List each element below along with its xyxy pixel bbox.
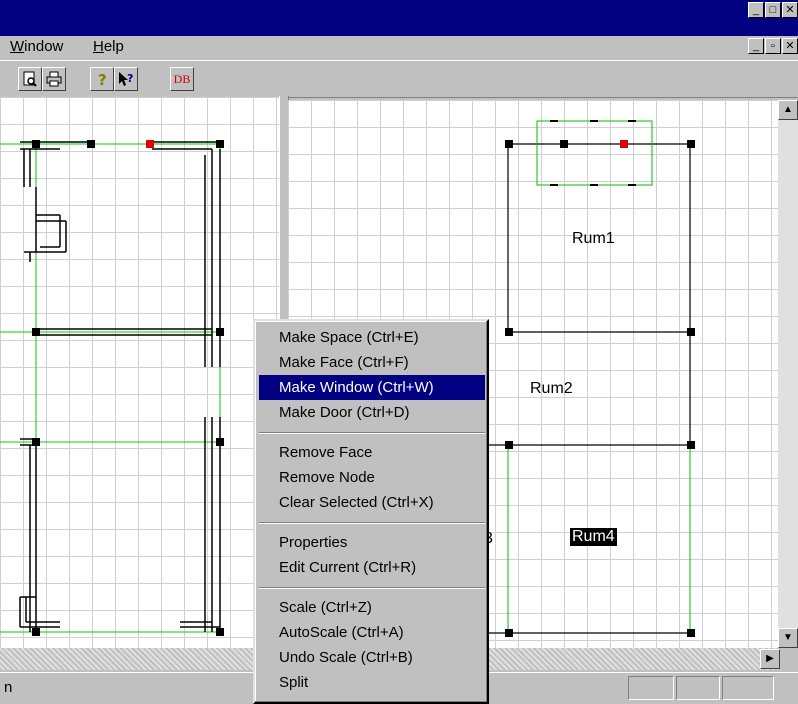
svg-text:?: ? <box>127 72 133 85</box>
doc-restore-button[interactable]: ▫ <box>765 38 781 54</box>
node[interactable] <box>687 328 695 336</box>
doc-close-button[interactable]: ✕ <box>782 38 798 54</box>
menu-properties[interactable]: Properties <box>259 530 485 555</box>
left-plan-view[interactable] <box>0 97 279 648</box>
context-menu: Make Space (Ctrl+E) Make Face (Ctrl+F) M… <box>253 319 489 704</box>
room-label-rum4[interactable]: Rum4 <box>570 528 617 546</box>
node[interactable] <box>560 140 568 148</box>
node[interactable] <box>505 441 513 449</box>
maximize-button[interactable]: □ <box>765 2 781 18</box>
menu-separator <box>259 522 485 524</box>
menu-make-window[interactable]: Make Window (Ctrl+W) <box>259 375 485 400</box>
node-selected[interactable] <box>620 140 628 148</box>
menu-window-accel: W <box>10 38 25 55</box>
document-controls: _ ▫ ✕ <box>748 38 798 54</box>
window-controls: _ □ ✕ <box>748 2 798 18</box>
floor-plan-left <box>0 141 221 633</box>
node[interactable] <box>687 629 695 637</box>
node[interactable] <box>216 328 224 336</box>
node[interactable] <box>687 441 695 449</box>
node[interactable] <box>505 629 513 637</box>
context-help-icon[interactable]: ? <box>114 67 138 91</box>
menu-help-label: elp <box>103 38 124 55</box>
vertical-scrollbar[interactable]: ▲ ▼ <box>778 100 798 648</box>
menu-make-face[interactable]: Make Face (Ctrl+F) <box>259 350 485 375</box>
node[interactable] <box>87 140 95 148</box>
menu-window-label: indow <box>24 38 64 55</box>
minimize-button[interactable]: _ <box>748 2 764 18</box>
menu-window[interactable]: Window <box>10 38 63 55</box>
node[interactable] <box>216 628 224 636</box>
scroll-down-icon[interactable]: ▼ <box>778 628 798 648</box>
menu-help[interactable]: Help <box>93 38 124 55</box>
node[interactable] <box>32 438 40 446</box>
scroll-up-icon[interactable]: ▲ <box>778 100 798 120</box>
node[interactable] <box>505 328 513 336</box>
status-text: n <box>4 679 13 696</box>
svg-text:?: ? <box>98 71 107 88</box>
status-cell <box>628 676 674 700</box>
title-bar: _ □ ✕ <box>0 0 798 36</box>
menu-make-door[interactable]: Make Door (Ctrl+D) <box>259 400 485 425</box>
node[interactable] <box>687 140 695 148</box>
print-preview-icon[interactable] <box>18 67 42 91</box>
menu-help-accel: H <box>93 38 104 55</box>
db-icon[interactable]: DB <box>170 67 194 91</box>
node-selected[interactable] <box>146 140 154 148</box>
print-icon[interactable] <box>42 67 66 91</box>
menu-autoscale[interactable]: AutoScale (Ctrl+A) <box>259 620 485 645</box>
menu-bar: Window Help _ ▫ ✕ <box>0 36 798 58</box>
menu-scale[interactable]: Scale (Ctrl+Z) <box>259 595 485 620</box>
help-icon[interactable]: ? <box>90 67 114 91</box>
scroll-right-icon[interactable]: ▶ <box>760 649 780 669</box>
menu-clear-selected[interactable]: Clear Selected (Ctrl+X) <box>259 490 485 515</box>
node[interactable] <box>216 140 224 148</box>
room-label-rum1[interactable]: Rum1 <box>572 230 615 248</box>
node[interactable] <box>32 328 40 336</box>
menu-remove-node[interactable]: Remove Node <box>259 465 485 490</box>
doc-minimize-button[interactable]: _ <box>748 38 764 54</box>
status-cell <box>676 676 720 700</box>
node[interactable] <box>216 438 224 446</box>
menu-separator <box>259 432 485 434</box>
node[interactable] <box>32 628 40 636</box>
menu-make-space[interactable]: Make Space (Ctrl+E) <box>259 325 485 350</box>
node[interactable] <box>32 140 40 148</box>
close-button[interactable]: ✕ <box>782 2 798 18</box>
room-label-rum2[interactable]: Rum2 <box>530 380 573 398</box>
toolbar: ? ? DB <box>0 60 798 98</box>
menu-split[interactable]: Split <box>259 670 485 695</box>
menu-edit-current[interactable]: Edit Current (Ctrl+R) <box>259 555 485 580</box>
menu-remove-face[interactable]: Remove Face <box>259 440 485 465</box>
menu-undo-scale[interactable]: Undo Scale (Ctrl+B) <box>259 645 485 670</box>
node[interactable] <box>505 140 513 148</box>
menu-separator <box>259 587 485 589</box>
status-cell <box>722 676 774 700</box>
